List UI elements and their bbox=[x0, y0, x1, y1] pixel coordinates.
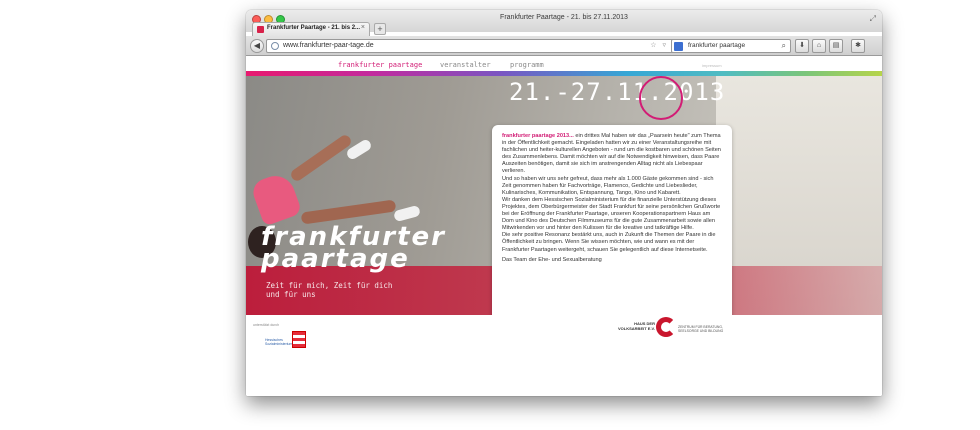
tab-close-icon[interactable]: × bbox=[361, 24, 365, 31]
hessen-ministry-text: Hessisches Sozialministerium bbox=[265, 338, 292, 346]
search-engine-icon[interactable] bbox=[674, 42, 683, 51]
article-text-1: ein drittes Mal haben wir das „Paarsein … bbox=[502, 133, 721, 175]
browser-window: Frankfurter Paartage - 21. bis 27.11.201… bbox=[246, 10, 882, 396]
new-tab-button[interactable]: + bbox=[374, 23, 386, 35]
tagline-line-2: und für uns bbox=[266, 290, 316, 299]
sponsor-label: unterstützt durch bbox=[253, 323, 280, 327]
article-paragraph-1: frankfurter paartage 2013... ein drittes… bbox=[502, 133, 722, 176]
download-icon[interactable]: ⬇ bbox=[795, 39, 809, 53]
tagline: Zeit für mich, Zeit für dich und für uns bbox=[266, 281, 392, 299]
hessen-line-2: Sozialministerium bbox=[265, 342, 293, 346]
addons-icon[interactable]: ✱ bbox=[851, 39, 865, 53]
hdv-name: HAUS DER VOLKSARBEIT E.V. bbox=[618, 321, 655, 331]
photo-shoe bbox=[393, 204, 421, 223]
browser-tab[interactable]: Frankfurter Paartage - 21. bis 2... × bbox=[252, 22, 370, 36]
globe-icon bbox=[271, 42, 279, 50]
nav-link-programm[interactable]: programm bbox=[510, 61, 544, 69]
photo-figure-arm bbox=[288, 133, 354, 183]
back-button[interactable]: ◀ bbox=[250, 39, 264, 53]
window-title: Frankfurter Paartage - 21. bis 27.11.201… bbox=[500, 14, 628, 21]
site-footer: unterstützt durch Hessisches Sozialminis… bbox=[246, 315, 882, 396]
article-paragraph-3: Wir danken dem Hessischen Sozialminister… bbox=[502, 196, 721, 232]
address-bar[interactable]: www.frankfurter-paar-tage.de ☆ ▿ C bbox=[266, 39, 684, 53]
hdv-logo[interactable]: HAUS DER VOLKSARBEIT E.V. ZENTRUM FÜR BE… bbox=[598, 315, 882, 345]
tab-label: Frankfurter Paartage - 21. bis 2... bbox=[267, 25, 361, 31]
site-navigation: frankfurter paartage veranstalter progra… bbox=[246, 57, 882, 76]
hdv-line-2: VOLKSARBEIT E.V. bbox=[618, 326, 655, 331]
article-paragraph-4: Die sehr positive Resonanz bestärkt uns,… bbox=[502, 232, 716, 253]
search-query[interactable]: frankfurter paartage bbox=[688, 42, 745, 49]
article-lead: frankfurter paartage 2013... bbox=[502, 133, 574, 139]
browser-toolbar: ◀ www.frankfurter-paar-tage.de ☆ ▿ C fra… bbox=[246, 36, 882, 56]
hdv-sub-line-2: SEELSORGE UND BILDUNG bbox=[678, 329, 724, 333]
search-icon[interactable]: ⌕ bbox=[782, 41, 786, 51]
event-date-banner: 21.-27.11.2013 bbox=[509, 78, 726, 106]
article-paragraph-2: Und so haben wir uns sehr gefreut, dass … bbox=[502, 175, 714, 196]
nav-link-impressum[interactable]: impressum bbox=[702, 63, 722, 68]
article-box: frankfurter paartage 2013... ein drittes… bbox=[492, 125, 732, 334]
nav-link-frankfurter-paartage[interactable]: frankfurter paartage bbox=[338, 61, 422, 69]
brand-logo-text: frankfurter paartage bbox=[261, 224, 446, 272]
hessen-crest-icon[interactable] bbox=[292, 331, 306, 348]
search-input[interactable]: frankfurter paartage ⌕ bbox=[671, 39, 791, 53]
site-favicon-icon bbox=[257, 26, 264, 33]
article-signature: Das Team der Ehe- und Sexualberatung bbox=[502, 256, 602, 263]
tagline-line-1: Zeit für mich, Zeit für dich bbox=[266, 281, 393, 290]
hdv-subtitle: ZENTRUM FÜR BERATUNG, SEELSORGE UND BILD… bbox=[678, 325, 723, 333]
photo-figure-leg bbox=[300, 199, 397, 225]
page-viewport: frankfurter paartage veranstalter progra… bbox=[246, 57, 882, 396]
url-text[interactable]: www.frankfurter-paar-tage.de bbox=[283, 42, 374, 49]
hdv-c-logo-icon bbox=[656, 317, 676, 337]
date-circle-decoration bbox=[639, 76, 683, 120]
nav-link-veranstalter[interactable]: veranstalter bbox=[440, 61, 491, 69]
bookmarks-icon[interactable]: ▤ bbox=[829, 39, 843, 53]
fullscreen-icon[interactable]: ⤢ bbox=[870, 14, 876, 24]
home-icon[interactable]: ⌂ bbox=[812, 39, 826, 53]
